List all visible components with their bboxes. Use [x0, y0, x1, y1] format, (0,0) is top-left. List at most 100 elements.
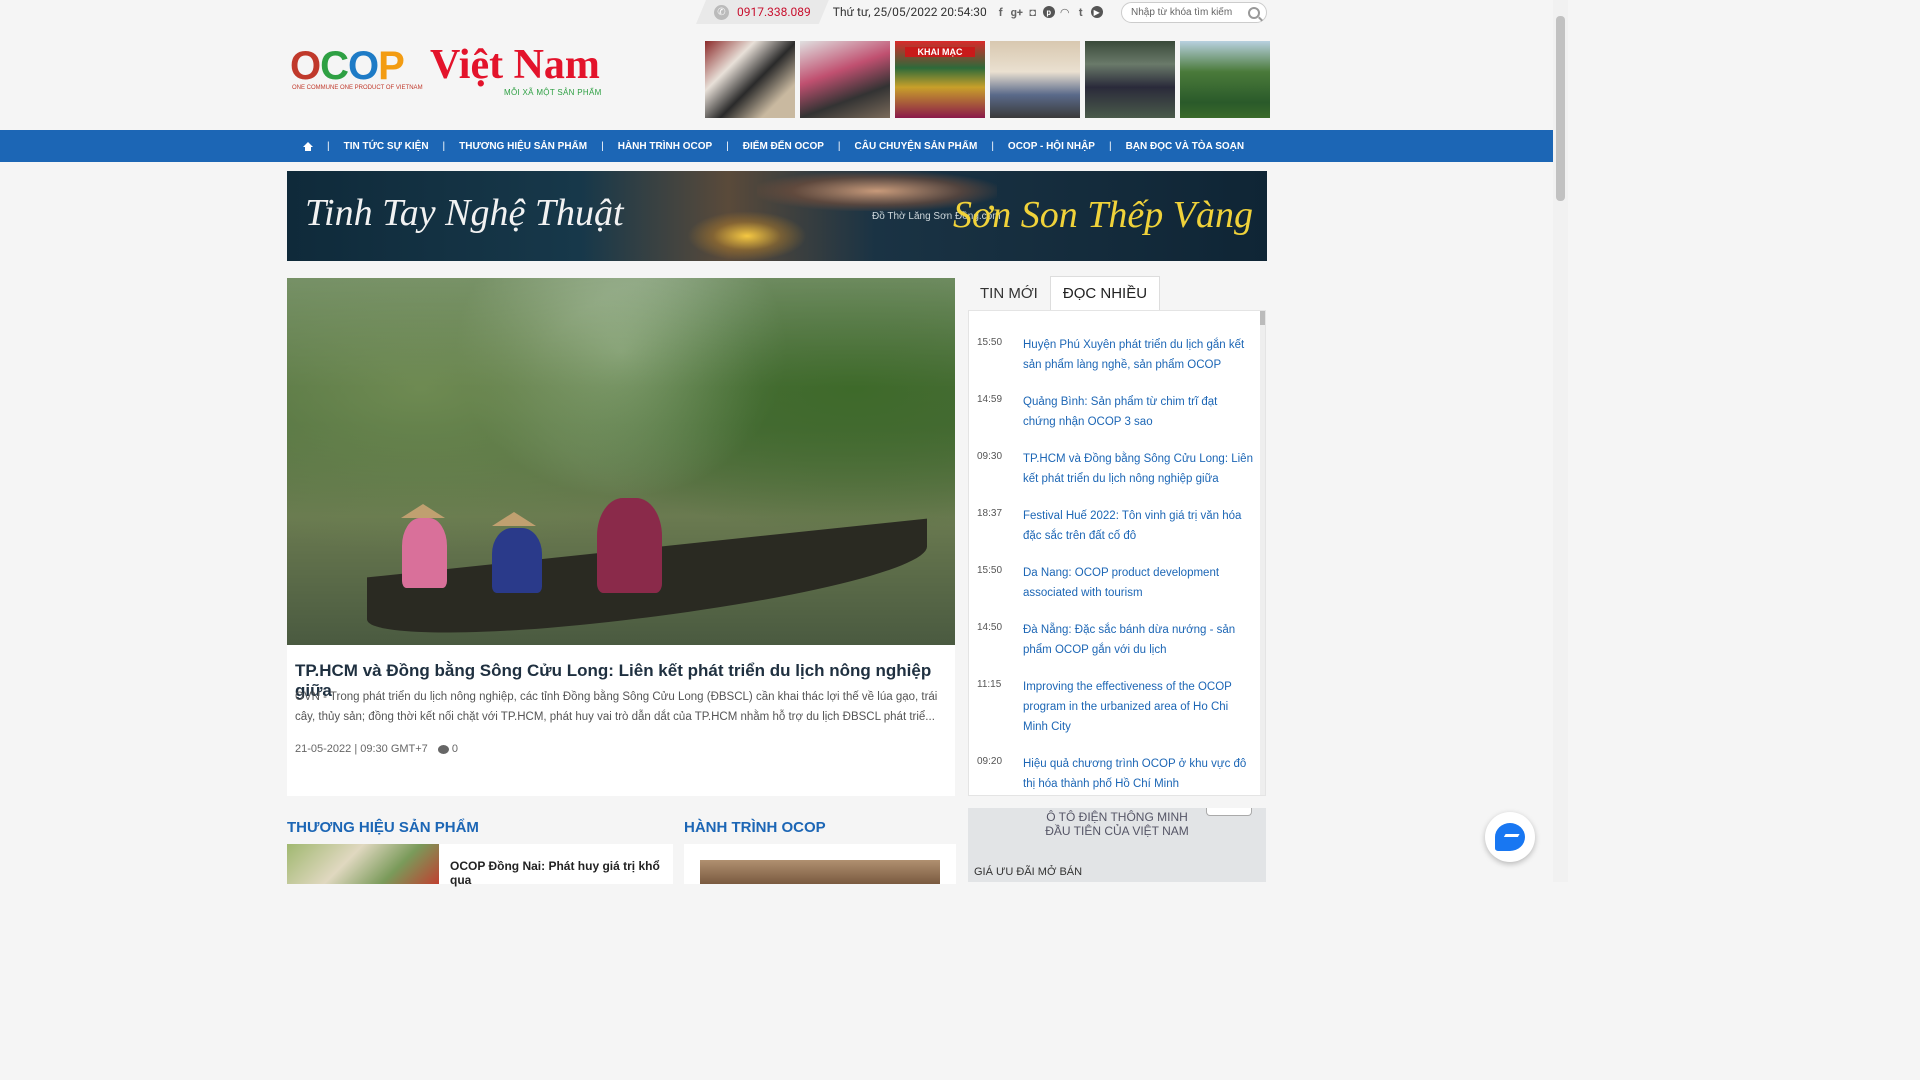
section-article-image[interactable]	[700, 860, 940, 884]
ad-line-2: ĐẦU TIÊN CỦA VIỆT NAM	[1045, 824, 1189, 838]
nav-separator: |	[726, 140, 729, 152]
page-scrollbar-thumb[interactable]	[1556, 16, 1565, 201]
tab-doc-nhieu[interactable]: ĐỌC NHIỀU	[1049, 276, 1161, 310]
news-time: 15:50	[977, 337, 1003, 348]
twitter-icon[interactable]: t	[1075, 6, 1087, 19]
nav-separator: |	[601, 140, 604, 152]
rss-icon[interactable]: ◠	[1059, 6, 1071, 19]
phone-icon: ✆	[714, 5, 729, 20]
hotline[interactable]: ✆ 0917.338.089	[696, 0, 829, 24]
youtube-icon[interactable]: ▶	[1090, 6, 1103, 18]
nav-item-diem-den[interactable]: ĐIỂM ĐẾN OCOP	[743, 141, 824, 152]
news-time: 09:20	[977, 756, 1003, 767]
page-scrollbar[interactable]	[1553, 0, 1568, 882]
nav-separator: |	[442, 140, 446, 152]
news-title[interactable]: Đà Nẵng: Đặc sắc bánh dừa nướng - sản ph…	[1023, 620, 1253, 677]
nav-item-cau-chuyen[interactable]: CÂU CHUYỆN SẢN PHẨM	[855, 141, 978, 152]
logo-tagline-en: ONE COMMUNE ONE PRODUCT OF VIETNAM	[292, 85, 423, 91]
news-title[interactable]: TP.HCM và Đồng bằng Sông Cửu Long: Liên …	[1023, 449, 1253, 506]
comment-count[interactable]: 0	[437, 743, 458, 755]
featured-article-summary: OVN - Trong phát triển du lịch nông nghi…	[295, 691, 938, 723]
news-time: 09:30	[977, 451, 1003, 462]
nav-item-ban-doc[interactable]: BẠN ĐỌC VÀ TÒA SOẠN	[1126, 141, 1245, 152]
social-links: f g+ ◘ p ◠ t ▶	[995, 6, 1103, 19]
news-title[interactable]: Huyện Phú Xuyên phát triển du lịch gắn k…	[1023, 335, 1253, 392]
nav-item-hoi-nhap[interactable]: OCOP - HỘI NHẬP	[1008, 141, 1095, 152]
google-plus-icon[interactable]: g+	[1011, 6, 1023, 19]
featured-article-meta: 21-05-2022 | 09:30 GMT+7 0	[295, 743, 458, 755]
news-item[interactable]: 14:59 Quảng Bình: Sản phẩm từ chim trĩ đ…	[977, 392, 1253, 449]
sidebar-ad[interactable]: Ô TÔ ĐIỆN THÔNG MINH ĐẦU TIÊN CỦA VIỆT N…	[968, 808, 1266, 882]
sidebar-tabs: TIN MỚI ĐỌC NHIỀU	[968, 276, 1161, 310]
nav-separator: |	[837, 140, 841, 152]
header-thumb-3[interactable]: KHAI MẠC	[895, 41, 985, 118]
current-datetime: Thứ tư, 25/05/2022 20:54:30	[832, 5, 987, 19]
featured-article-image[interactable]	[287, 278, 955, 648]
news-item[interactable]: 18:37 Festival Huế 2022: Tôn vinh giá tr…	[977, 506, 1253, 563]
hat-shape	[401, 504, 445, 518]
comment-icon	[437, 744, 449, 754]
section-article-title[interactable]: OCOP Đồng Nai: Phát huy giá trị khổ qua	[450, 859, 673, 887]
news-title[interactable]: Festival Huế 2022: Tôn vinh giá trị văn …	[1023, 506, 1253, 563]
person-shape	[597, 498, 662, 593]
section-article-card[interactable]	[684, 844, 956, 884]
search-icon[interactable]	[1248, 6, 1260, 19]
main-nav: | TIN TỨC SỰ KIỆN | THƯƠNG HIỆU SẢN PHẨM…	[0, 130, 1553, 162]
messenger-icon	[1495, 823, 1525, 851]
messenger-chat-button[interactable]	[1485, 812, 1535, 862]
header-thumb-5[interactable]	[1085, 41, 1175, 118]
ad-line-1: Ô TÔ ĐIỆN THÔNG MINH	[1046, 810, 1188, 824]
header-thumb-2[interactable]	[800, 41, 890, 118]
banner-ad[interactable]: Tinh Tay Nghệ Thuật Đồ Thờ Lăng Sơn Đồng…	[287, 171, 1267, 261]
person-shape	[492, 528, 542, 593]
thumb-caption: KHAI MẠC	[905, 47, 975, 57]
news-time: 18:37	[977, 508, 1003, 519]
banner-gold-leaf	[687, 211, 807, 261]
news-title[interactable]: Improving the effectiveness of the OCOP …	[1023, 677, 1253, 754]
news-item[interactable]: 15:50 Huyện Phú Xuyên phát triển du lịch…	[977, 335, 1253, 392]
news-item[interactable]: 15:50 Da Nang: OCOP product development …	[977, 563, 1253, 620]
news-scrollbar[interactable]	[1260, 311, 1265, 795]
logo-tagline-vi: MỖI XÃ MỘT SẢN PHẨM	[504, 88, 602, 97]
header-thumb-1[interactable]	[705, 41, 795, 118]
nav-item-thuong-hieu[interactable]: THƯƠNG HIỆU SẢN PHẨM	[459, 141, 587, 152]
news-item[interactable]: 14:50 Đà Nẵng: Đặc sắc bánh dừa nướng - …	[977, 620, 1253, 677]
home-icon[interactable]	[303, 141, 313, 151]
nav-item-tin-tuc[interactable]: TIN TỨC SỰ KIỆN	[344, 141, 429, 152]
news-title[interactable]: Quảng Bình: Sản phẩm từ chim trĩ đạt chứ…	[1023, 392, 1253, 449]
news-title[interactable]: Da Nang: OCOP product development associ…	[1023, 563, 1253, 620]
section-article-card[interactable]: OCOP Đồng Nai: Phát huy giá trị khổ qua	[287, 844, 673, 887]
header-thumb-4[interactable]	[990, 41, 1080, 118]
news-time: 14:50	[977, 622, 1003, 633]
hotline-number[interactable]: 0917.338.089	[737, 5, 811, 19]
article-date: 21-05-2022 | 09:30 GMT+7	[295, 743, 428, 755]
sidebar-news-panel: 15:50 Huyện Phú Xuyên phát triển du lịch…	[968, 310, 1266, 796]
section-title-hanh-trinh[interactable]: HÀNH TRÌNH OCOP	[684, 819, 826, 836]
news-item[interactable]: 11:15 Improving the effectiveness of the…	[977, 677, 1253, 754]
news-list: 15:50 Huyện Phú Xuyên phát triển du lịch…	[969, 311, 1265, 795]
search-box[interactable]	[1121, 2, 1267, 23]
featured-article[interactable]: TP.HCM và Đồng bằng Sông Cửu Long: Liên …	[287, 278, 955, 796]
instagram-icon[interactable]: ◘	[1027, 6, 1039, 19]
news-time: 15:50	[977, 565, 1003, 576]
news-title[interactable]: Hiệu quả chương trình OCOP ở khu vực đô …	[1023, 754, 1253, 795]
search-input[interactable]	[1131, 7, 1241, 18]
banner-right-text: Sơn Son Thếp Vàng	[953, 194, 1253, 236]
site-logo[interactable]: OCOP Việt Nam ONE COMMUNE ONE PRODUCT OF…	[290, 42, 610, 100]
nav-item-hanh-trinh[interactable]: HÀNH TRÌNH OCOP	[618, 141, 712, 152]
news-item[interactable]: 09:20 Hiệu quả chương trình OCOP ở khu v…	[977, 754, 1253, 795]
logo-name: Việt Nam	[430, 42, 600, 88]
facebook-icon[interactable]: f	[995, 6, 1007, 19]
nav-separator: |	[1108, 140, 1112, 152]
pinterest-icon[interactable]: p	[1042, 6, 1055, 18]
section-article-image[interactable]	[287, 844, 439, 884]
news-time: 14:59	[977, 394, 1003, 405]
tab-tin-moi[interactable]: TIN MỚI	[968, 276, 1050, 310]
logo-ocop: OCOP	[290, 44, 405, 88]
header-thumb-6[interactable]	[1180, 41, 1270, 118]
header-thumbnails: KHAI MẠC	[705, 41, 1270, 118]
banner-left-text: Tinh Tay Nghệ Thuật	[305, 192, 624, 234]
section-title-thuong-hieu[interactable]: THƯƠNG HIỆU SẢN PHẨM	[287, 819, 479, 836]
nav-home[interactable]	[303, 141, 313, 151]
news-item[interactable]: 09:30 TP.HCM và Đồng bằng Sông Cửu Long:…	[977, 449, 1253, 506]
